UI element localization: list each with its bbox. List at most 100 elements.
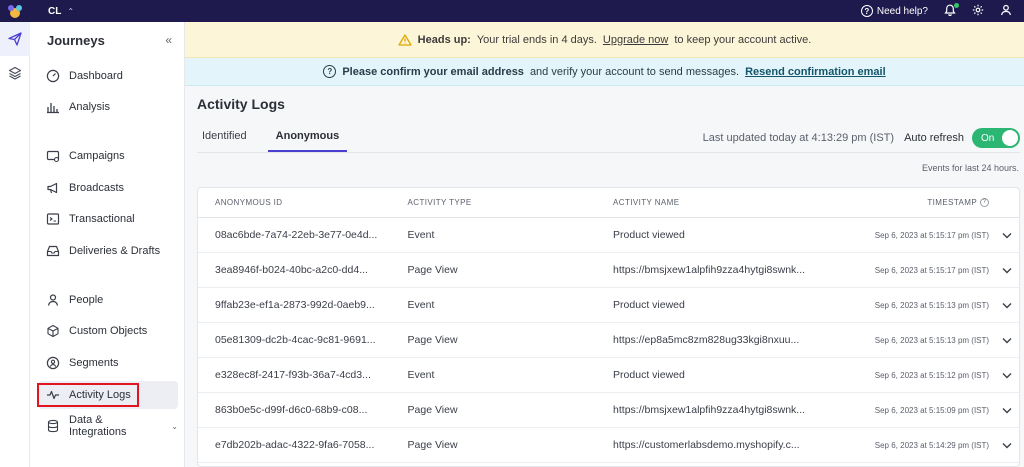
expand-row-button[interactable] <box>995 302 1019 309</box>
activity-type-cell: Page View <box>407 439 458 451</box>
tab-identified[interactable]: Identified <box>197 126 252 152</box>
account-button[interactable] <box>1000 4 1012 19</box>
timestamp-cell: Sep 6, 2023 at 5:15:12 pm (IST) <box>874 370 990 380</box>
warning-triangle-icon <box>398 33 412 46</box>
activity-name-cell: Product viewed <box>613 369 685 381</box>
timestamp-header-label: TIMESTAMP <box>927 197 978 207</box>
tabs-divider <box>197 152 1020 153</box>
timestamp-cell: Sep 6, 2023 at 5:14:29 pm (IST) <box>874 440 990 450</box>
table-row[interactable]: e328ec8f-2417-f93b-36a7-4cd3... Event Pr… <box>198 358 1019 393</box>
cube-icon <box>47 324 59 338</box>
activity-name-cell: Product viewed <box>613 299 685 311</box>
chevron-down-icon: ⌄ <box>171 421 178 431</box>
need-help-label: Need help? <box>876 5 928 17</box>
tabs: Identified Anonymous <box>197 126 363 152</box>
table-row[interactable]: 9ffab23e-ef1a-2873-992d-0aeb9... Event P… <box>198 288 1019 323</box>
column-header-timestamp[interactable]: TIMESTAMP? <box>827 197 995 208</box>
tab-anonymous[interactable]: Anonymous <box>267 126 348 152</box>
anonymous-id-cell: e328ec8f-2417-f93b-36a7-4cd3... <box>215 369 371 381</box>
timestamp-cell: Sep 6, 2023 at 5:15:13 pm (IST) <box>874 335 990 345</box>
anonymous-id-cell: 3ea8946f-b024-40bc-a2c0-dd4... <box>215 264 368 276</box>
rail-journeys[interactable] <box>0 22 30 56</box>
expand-row-button[interactable] <box>995 337 1019 344</box>
sidebar-item-campaigns[interactable]: Campaigns <box>38 142 178 170</box>
layers-icon <box>8 66 22 80</box>
warning-strong-text: Heads up: <box>417 33 471 46</box>
sidebar-item-broadcasts[interactable]: Broadcasts <box>38 174 178 202</box>
user-icon <box>1001 4 1011 15</box>
warning-tail-text: to keep your account active. <box>674 33 812 46</box>
trial-warning-banner: Heads up: Your trial ends in 4 days. Upg… <box>185 22 1024 58</box>
gear-icon <box>972 4 984 15</box>
help-icon[interactable]: ? <box>980 198 990 208</box>
column-header-anonymous-id[interactable]: ANONYMOUS ID <box>198 198 391 207</box>
rail-layers[interactable] <box>0 56 30 90</box>
table-row[interactable]: 3ea8946f-b024-40bc-a2c0-dd4... Page View… <box>198 253 1019 288</box>
timestamp-cell: Sep 6, 2023 at 5:15:17 pm (IST) <box>874 230 990 240</box>
workspace-switcher[interactable]: CL ⌃ <box>48 6 74 17</box>
sidebar-item-custom-objects[interactable]: Custom Objects <box>38 317 178 345</box>
collapse-sidebar-icon[interactable]: « <box>165 33 172 47</box>
sidebar-item-segments[interactable]: Segments <box>38 349 178 377</box>
sidebar-item-data-integrations[interactable]: Data & Integrations ⌄ <box>38 412 178 440</box>
terminal-icon <box>46 213 60 225</box>
expand-row-button[interactable] <box>995 372 1019 379</box>
top-bar: CL ⌃ ? Need help? <box>0 0 1024 22</box>
anonymous-id-cell: e7db202b-adac-4322-9fa6-7058... <box>215 439 375 451</box>
sidebar-item-label: Broadcasts <box>69 182 125 194</box>
info-strong-text: Please confirm your email address <box>342 65 524 78</box>
sidebar-item-analysis[interactable]: Analysis <box>38 93 178 121</box>
bar-chart-icon <box>47 103 59 114</box>
notification-dot <box>954 2 959 8</box>
activity-type-cell: Page View <box>407 404 458 416</box>
upgrade-now-link[interactable]: Upgrade now <box>603 34 668 46</box>
settings-button[interactable] <box>972 4 984 19</box>
activity-type-cell: Page View <box>407 264 458 276</box>
inbox-icon <box>46 245 60 257</box>
sidebar-item-label: People <box>69 294 104 306</box>
need-help-button[interactable]: ? Need help? <box>860 5 928 17</box>
confirm-email-banner: ? Please confirm your email address and … <box>185 58 1024 86</box>
chevron-down-icon <box>1002 232 1012 238</box>
activity-type-cell: Event <box>407 369 435 381</box>
info-text: and verify your account to send messages… <box>529 65 740 78</box>
table-header: ANONYMOUS ID ACTIVITY TYPE ACTIVITY NAME… <box>198 188 1019 218</box>
last-updated-text: Last updated today at 4:13:29 pm (IST) <box>702 132 895 144</box>
updown-chevron-icon: ⌃ <box>67 6 75 16</box>
expand-row-button[interactable] <box>995 232 1019 239</box>
sidebar-item-label: Analysis <box>69 101 110 113</box>
main-content: Heads up: Your trial ends in 4 days. Upg… <box>185 22 1024 467</box>
icon-rail <box>0 22 30 467</box>
anonymous-id-cell: 05e81309-dc2b-4cac-9c81-9691... <box>215 334 376 346</box>
auto-refresh-toggle[interactable]: On <box>972 128 1020 148</box>
column-header-activity-type[interactable]: ACTIVITY TYPE <box>391 198 597 207</box>
notifications-button[interactable] <box>944 2 959 19</box>
megaphone-icon <box>47 182 58 194</box>
sidebar-item-dashboard[interactable]: Dashboard <box>38 62 178 90</box>
anonymous-id-cell: 08ac6bde-7a74-22eb-3e77-0e4d... <box>215 229 378 241</box>
activity-name-cell: Product viewed <box>613 229 685 241</box>
segments-icon <box>46 356 60 370</box>
expand-row-button[interactable] <box>995 442 1019 449</box>
table-row[interactable]: 863b0e5c-d99f-d6c0-68b9-c08... Page View… <box>198 393 1019 428</box>
sidebar-item-label: Dashboard <box>69 70 123 82</box>
expand-row-button[interactable] <box>995 407 1019 414</box>
app-logo[interactable] <box>0 0 30 22</box>
table-row[interactable]: 08ac6bde-7a74-22eb-3e77-0e4d... Event Pr… <box>198 218 1019 253</box>
table-row[interactable]: 05e81309-dc2b-4cac-9c81-9691... Page Vie… <box>198 323 1019 358</box>
column-header-activity-name[interactable]: ACTIVITY NAME <box>596 198 827 207</box>
campaigns-icon <box>46 150 60 163</box>
sidebar-item-people[interactable]: People <box>38 286 178 314</box>
activity-logs-table: ANONYMOUS ID ACTIVITY TYPE ACTIVITY NAME… <box>197 187 1020 467</box>
paper-plane-icon <box>8 32 22 46</box>
table-row[interactable]: e7db202b-adac-4322-9fa6-7058... Page Vie… <box>198 428 1019 463</box>
chevron-down-icon <box>1002 337 1012 343</box>
expand-row-button[interactable] <box>995 267 1019 274</box>
sidebar-item-transactional[interactable]: Transactional <box>38 205 178 233</box>
dashboard-gauge-icon <box>46 69 60 83</box>
auto-refresh-label: Auto refresh <box>904 132 964 144</box>
chevron-down-icon <box>1002 267 1012 273</box>
highlight-annotation-box <box>37 383 139 407</box>
resend-confirmation-link[interactable]: Resend confirmation email <box>745 66 886 78</box>
sidebar-item-deliveries-drafts[interactable]: Deliveries & Drafts <box>38 237 178 265</box>
